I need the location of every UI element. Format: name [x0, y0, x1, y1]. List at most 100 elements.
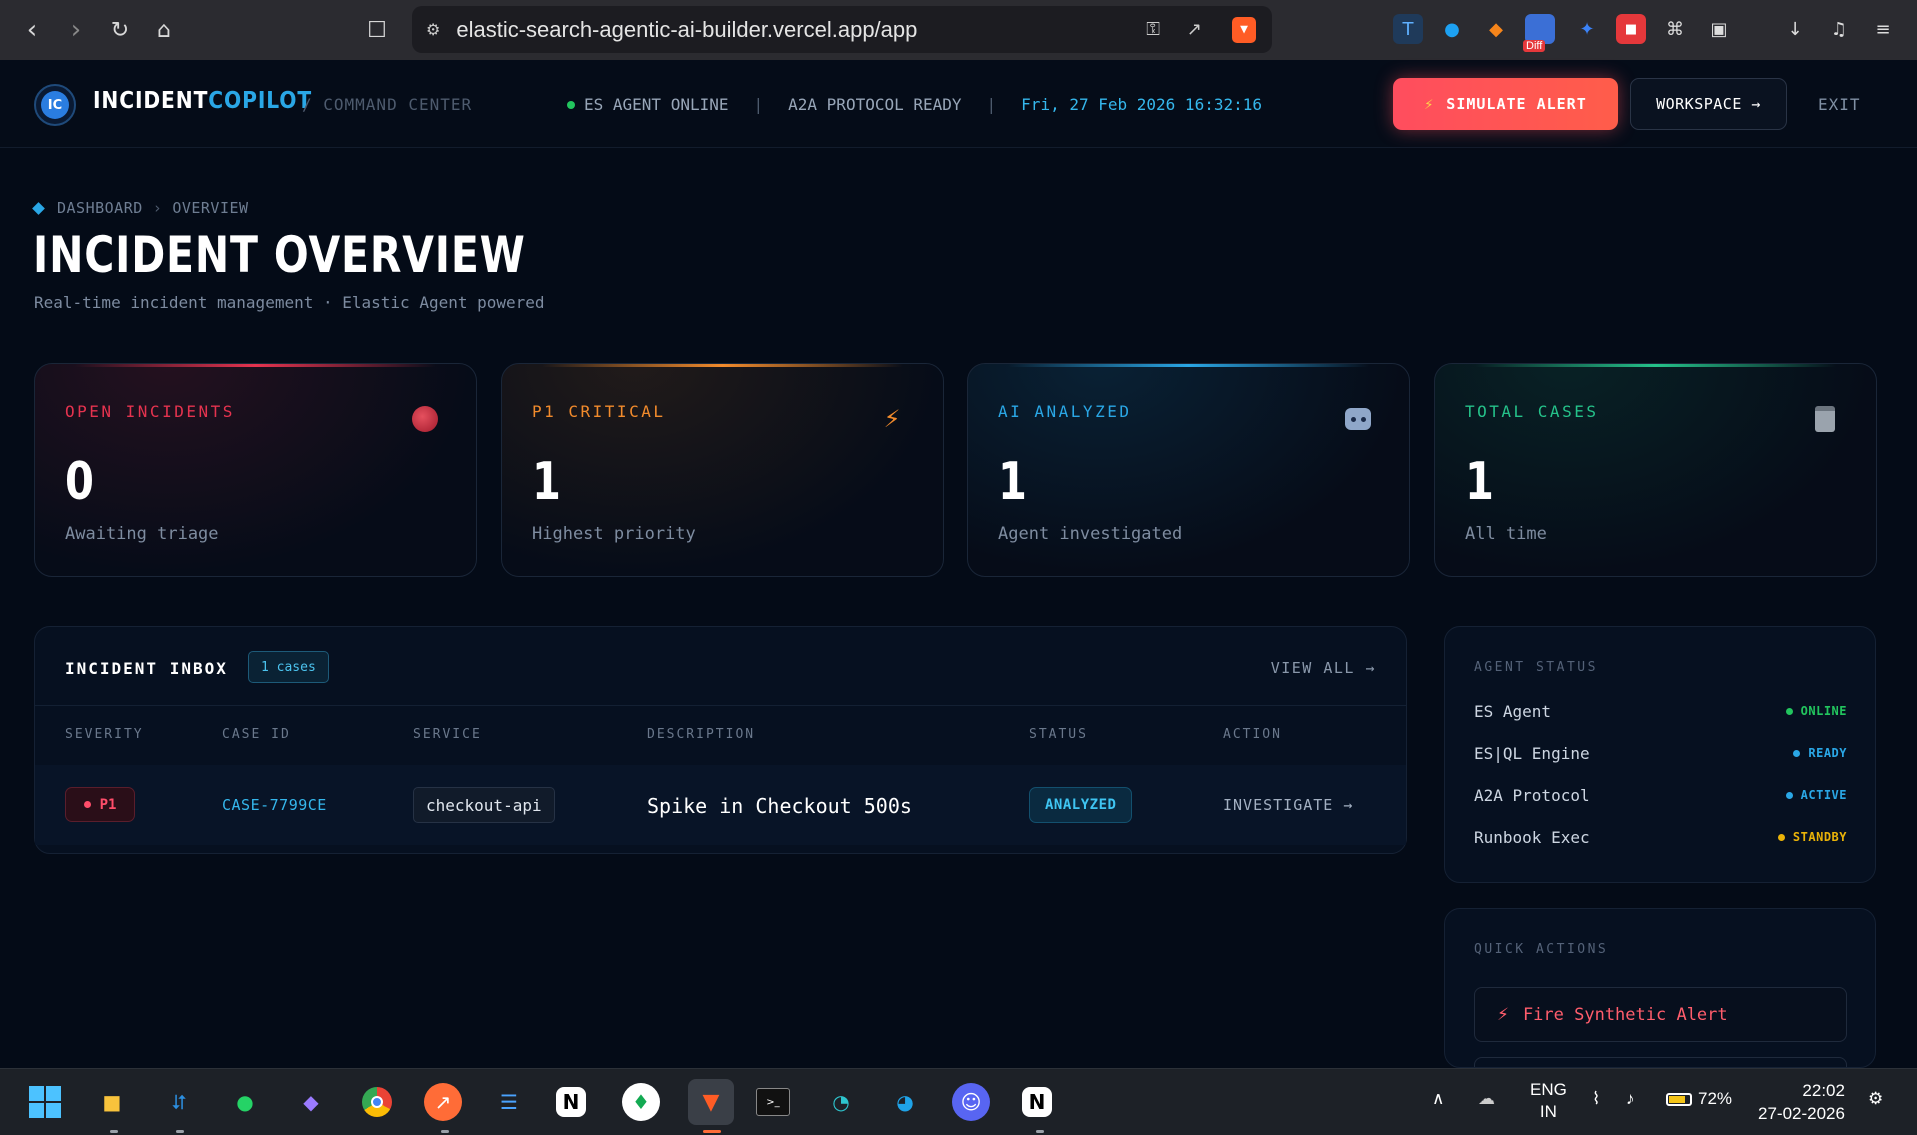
brave-shield-icon[interactable]: ▼: [1232, 16, 1256, 43]
simulate-alert-button[interactable]: ⚡ SIMULATE ALERT: [1393, 78, 1618, 130]
stat-label: P1 CRITICAL: [532, 402, 666, 421]
menu-icon[interactable]: ≡: [1868, 14, 1898, 44]
extension-translate-icon[interactable]: T: [1393, 14, 1423, 44]
panel-title: QUICK ACTIONS: [1474, 942, 1609, 957]
agent-state-label: ONLINE: [1800, 704, 1847, 718]
home-icon[interactable]: ⌂: [142, 8, 186, 52]
status-dot-icon: [1785, 707, 1793, 715]
chrome-icon[interactable]: [358, 1083, 396, 1121]
battery-percent: 72%: [1698, 1089, 1733, 1108]
inbox-count-badge: 1 cases: [248, 651, 329, 683]
view-all-link[interactable]: VIEW ALL →: [1271, 659, 1376, 677]
vscode-icon[interactable]: ⮃: [160, 1083, 198, 1121]
clock[interactable]: 22:02 27-02-2026: [1758, 1079, 1845, 1125]
screenshot-icon[interactable]: ▣: [1704, 14, 1734, 44]
download-icon[interactable]: ↓: [1780, 14, 1810, 44]
agent-state-label: STANDBY: [1792, 830, 1847, 844]
address-bar[interactable]: ⚙ elastic-search-agentic-ai-builder.verc…: [412, 6, 1272, 53]
agent-state-label: READY: [1808, 746, 1847, 760]
stat-sub: All time: [1465, 524, 1547, 544]
terminal-icon[interactable]: >_: [756, 1088, 790, 1116]
battery-indicator[interactable]: 72%: [1666, 1089, 1732, 1109]
breadcrumb-root[interactable]: DASHBOARD: [57, 199, 143, 217]
column-header-severity[interactable]: SEVERITY: [65, 727, 144, 742]
media-icon[interactable]: ♫: [1824, 14, 1854, 44]
lightning-icon: ⚡: [1497, 1004, 1509, 1025]
extensions-icon[interactable]: ⌘: [1660, 14, 1690, 44]
card-accent-line: [75, 364, 436, 367]
inbox-title: INCIDENT INBOX: [65, 659, 228, 678]
extension-record-icon[interactable]: ■: [1616, 14, 1646, 44]
site-settings-icon[interactable]: ⚙: [426, 20, 440, 39]
extension-puzzle-blue-icon[interactable]: ✦: [1572, 14, 1602, 44]
start-icon[interactable]: [26, 1083, 64, 1121]
stat-label: OPEN INCIDENTS: [65, 402, 235, 421]
extension-metamask-icon[interactable]: ◆: [1481, 14, 1511, 44]
stat-sub: Agent investigated: [998, 524, 1183, 544]
reload-icon[interactable]: ↻: [98, 8, 142, 52]
section-label: / COMMAND CENTER: [302, 95, 473, 114]
file-explorer-icon[interactable]: ■: [93, 1083, 131, 1121]
edge-icon[interactable]: ◕: [886, 1083, 924, 1121]
whatsapp-icon[interactable]: ●: [226, 1083, 264, 1121]
column-header-description[interactable]: DESCRIPTION: [647, 727, 755, 742]
clipboard-icon: [1810, 404, 1840, 434]
workspace-button[interactable]: WORKSPACE →: [1630, 78, 1787, 130]
language-indicator[interactable]: ENG IN: [1530, 1079, 1567, 1123]
brand-name[interactable]: INCIDENTCOPILOT: [93, 88, 312, 114]
incident-inbox: INCIDENT INBOX 1 cases VIEW ALL → SEVERI…: [34, 626, 1407, 854]
notepad-icon[interactable]: ☰: [490, 1083, 528, 1121]
discord-icon[interactable]: ☺: [952, 1083, 990, 1121]
stat-value: 1: [998, 452, 1027, 512]
key-icon[interactable]: ⚿: [1146, 19, 1160, 40]
forward-icon[interactable]: ›: [54, 8, 98, 52]
column-header-case-id[interactable]: CASE ID: [222, 727, 291, 742]
column-header-status[interactable]: STATUS: [1029, 727, 1088, 742]
back-icon[interactable]: ‹: [10, 8, 54, 52]
agent-status-row: ES|QL Engine READY: [1474, 742, 1847, 764]
column-header-action[interactable]: ACTION: [1223, 727, 1282, 742]
table-row[interactable]: P1 CASE-7799CE checkout-api Spike in Che…: [35, 765, 1406, 845]
panel-title: AGENT STATUS: [1474, 660, 1598, 675]
language-code: ENG: [1530, 1080, 1567, 1099]
mongodb-icon[interactable]: ♦: [622, 1083, 660, 1121]
notifications-icon[interactable]: ⚙: [1868, 1089, 1883, 1109]
investigate-button[interactable]: INVESTIGATE →: [1223, 796, 1353, 814]
postman-icon[interactable]: ↗: [424, 1083, 462, 1121]
card-accent-line: [1475, 364, 1836, 367]
lightning-icon: ⚡: [1424, 95, 1435, 113]
brave-icon[interactable]: ▼: [688, 1079, 734, 1125]
running-indicator: [441, 1130, 449, 1133]
status-strip: ES AGENT ONLINE | A2A PROTOCOL READY | F…: [567, 95, 1262, 114]
chevron-up-icon[interactable]: ∧: [1432, 1089, 1444, 1109]
case-id-link[interactable]: CASE-7799CE: [222, 796, 327, 814]
extension-diff-icon[interactable]: Diff: [1523, 14, 1555, 52]
agent-name: Runbook Exec: [1474, 827, 1590, 847]
obsidian-icon[interactable]: ◆: [292, 1083, 330, 1121]
fire-synthetic-alert-button[interactable]: ⚡ Fire Synthetic Alert: [1474, 987, 1847, 1042]
page-subtitle: Real-time incident management · Elastic …: [34, 293, 545, 312]
stat-label: AI ANALYZED: [998, 402, 1132, 421]
divider: |: [986, 95, 997, 114]
status-dot-icon: [1777, 833, 1785, 841]
app-wave-icon[interactable]: ◔: [822, 1083, 860, 1121]
bookmark-icon[interactable]: ☐: [355, 8, 399, 52]
extension-chat-icon[interactable]: ●: [1437, 14, 1467, 44]
volume-icon[interactable]: ♪: [1626, 1089, 1635, 1109]
agent-status-row: Runbook Exec STANDBY: [1474, 826, 1847, 848]
clock-time: 22:02: [1802, 1081, 1845, 1100]
quick-action-button[interactable]: [1474, 1057, 1847, 1067]
chevron-right-icon: ›: [152, 199, 163, 217]
brand-part1: INCIDENT: [93, 88, 209, 114]
exit-button[interactable]: EXIT: [1818, 95, 1861, 114]
url-text[interactable]: elastic-search-agentic-ai-builder.vercel…: [456, 17, 917, 43]
notion-icon[interactable]: N: [556, 1087, 586, 1117]
notion-icon[interactable]: N: [1022, 1087, 1052, 1117]
breadcrumb-current: OVERVIEW: [172, 199, 249, 217]
wifi-icon[interactable]: ⌇: [1592, 1089, 1600, 1109]
network-error-icon[interactable]: ☁: [1478, 1089, 1495, 1109]
share-icon[interactable]: ↗: [1187, 19, 1202, 40]
logo[interactable]: IC: [34, 84, 76, 126]
column-header-service[interactable]: SERVICE: [413, 727, 482, 742]
page-title: INCIDENT OVERVIEW: [33, 226, 526, 284]
